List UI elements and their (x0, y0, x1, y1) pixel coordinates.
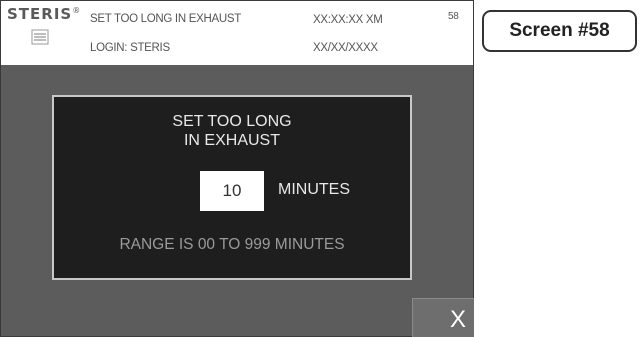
dialog-title: SET TOO LONG IN EXHAUST (54, 112, 410, 150)
screen-number: 58 (448, 11, 459, 22)
date-display: XX/XX/XXXX (313, 42, 378, 54)
time-display: XX:XX:XX XM (313, 14, 383, 26)
screen-label: Screen #58 (482, 10, 637, 52)
brand-name: STERIS® (7, 5, 82, 23)
dialog-title-line2: IN EXHAUST (183, 132, 280, 149)
device-screen: STERIS® SET TOO LONG IN EXHAUST LOGIN: S… (0, 0, 474, 337)
header-bar: STERIS® SET TOO LONG IN EXHAUST LOGIN: S… (1, 1, 473, 65)
set-value-dialog: SET TOO LONG IN EXHAUST 10 MINUTES RANGE… (52, 95, 412, 280)
header-title: SET TOO LONG IN EXHAUST (90, 13, 241, 25)
unit-label: MINUTES (278, 181, 350, 198)
dialog-title-line1: SET TOO LONG (172, 113, 292, 130)
minutes-input[interactable]: 10 (200, 171, 264, 211)
login-status: LOGIN: STERIS (90, 42, 170, 54)
close-button[interactable]: X (412, 298, 474, 337)
close-icon: X (449, 306, 466, 333)
steris-logo-icon (31, 29, 49, 45)
range-text: RANGE IS 00 TO 999 MINUTES (119, 236, 345, 253)
